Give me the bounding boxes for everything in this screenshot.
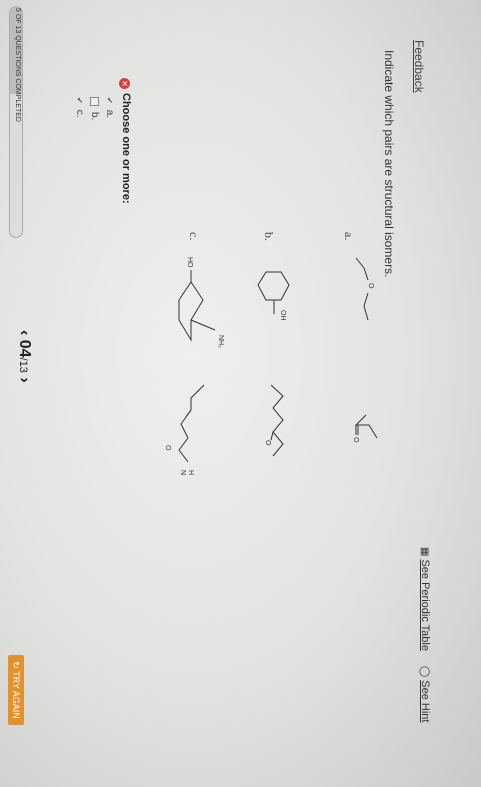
option-b[interactable]: b. xyxy=(89,97,100,120)
molecule-structures: O O OH O HO NH₂ O H N xyxy=(164,257,378,475)
option-b-label: b. xyxy=(89,112,100,121)
prev-question-button[interactable]: ‹ xyxy=(16,330,33,335)
check-icon: ✔ xyxy=(105,97,114,104)
current-question-number: 04 xyxy=(16,339,33,358)
option-c-label: c. xyxy=(74,109,85,118)
atom-h-amide: H xyxy=(187,470,194,475)
option-a-label: a. xyxy=(104,109,115,119)
option-c[interactable]: ✔ c. xyxy=(74,97,85,117)
molecule-c-cyclohexanol: HO NH₂ xyxy=(178,257,224,348)
option-a[interactable]: ✔ a. xyxy=(104,97,115,118)
refresh-icon: ↻ xyxy=(11,661,21,669)
next-question-button[interactable]: › xyxy=(16,377,33,382)
atom-o-ketone-b: O xyxy=(264,440,271,446)
option-b-checkbox[interactable] xyxy=(90,97,100,106)
check-icon: ✔ xyxy=(75,97,84,104)
try-again-label: TRY AGAIN xyxy=(11,671,21,719)
molecule-a-ketone: O xyxy=(352,414,378,443)
atom-o-ketone-a: O xyxy=(352,437,359,443)
try-again-button[interactable]: ↻ TRY AGAIN xyxy=(8,655,24,725)
atom-ho: HO xyxy=(186,257,193,268)
atom-o-amide: O xyxy=(164,445,171,451)
total-questions: /13 xyxy=(17,357,29,373)
question-page: Feedback ▦See Periodic Table ◯See Hint I… xyxy=(0,0,481,787)
molecule-b-cyclohexyl: OH xyxy=(257,271,290,321)
question-navigator: ‹ 04/13 › xyxy=(15,330,33,383)
molecule-c-amide: O H N xyxy=(164,384,205,475)
atom-n-amide: N xyxy=(179,470,186,475)
molecule-a-ether: O xyxy=(355,257,374,321)
atom-oh: OH xyxy=(279,310,286,321)
molecule-b-ketone: O xyxy=(264,384,284,457)
atom-nh2: NH₂ xyxy=(217,335,224,348)
choose-instruction: Choose one or more: xyxy=(120,93,132,204)
progress-text: 5 OF 13 QUESTIONS COMPLETED xyxy=(14,8,21,122)
atom-o-ether: O xyxy=(367,283,374,289)
error-x-icon: ✕ xyxy=(119,78,130,89)
